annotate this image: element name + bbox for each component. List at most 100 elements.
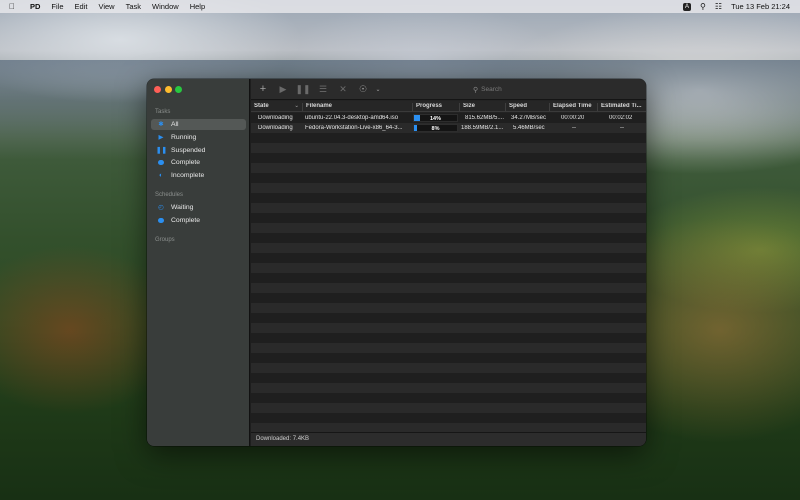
table-row[interactable]: Downloading ubuntu-22.04.3-desktop-amd64… <box>251 113 646 123</box>
app-menu[interactable]: PD <box>30 2 40 11</box>
sidebar: Tasks ✱ All ▶ Running ❚❚ Suspended Compl… <box>147 79 250 446</box>
menu-file[interactable]: File <box>51 2 63 11</box>
pause-button[interactable]: ❚❚ <box>293 84 313 95</box>
column-header-filename[interactable]: Filename <box>303 103 413 111</box>
status-bar: Downloaded: 7.4KB <box>251 432 646 446</box>
menubar-status-area: A ⚲ ☷ Tue 13 Feb 21:24 <box>683 0 790 13</box>
row-stripe <box>251 213 646 223</box>
sidebar-item-label: Incomplete <box>171 172 205 179</box>
search-icon: ⚲ <box>473 86 479 94</box>
asterisk-icon: ✱ <box>158 121 164 128</box>
speed-cell: 34.27MB/sec <box>511 114 547 121</box>
spotlight-search-icon[interactable]: ⚲ <box>700 2 706 11</box>
toolbar: + ▶ ❚❚ ☰ ✕ ☉ ⌄ ⚲ Search <box>251 79 646 100</box>
row-stripe <box>251 383 646 393</box>
row-stripe <box>251 253 646 263</box>
estimated-cell: -- <box>620 124 624 131</box>
chevron-down-icon[interactable]: ⌄ <box>373 86 383 93</box>
control-center-icon[interactable]: ☷ <box>715 2 722 11</box>
sidebar-item-label: Suspended <box>171 147 206 154</box>
elapsed-cell: 00:00:20 <box>561 114 585 121</box>
half-circle-icon: ◐ <box>159 172 163 179</box>
resume-button[interactable]: ▶ <box>273 84 293 95</box>
window-controls <box>154 86 182 93</box>
sidebar-heading-groups: Groups <box>155 237 175 243</box>
menu-task[interactable]: Task <box>126 2 141 11</box>
sidebar-item-suspended[interactable]: ❚❚ Suspended <box>151 145 246 156</box>
row-stripe <box>251 403 646 413</box>
row-stripe <box>251 183 646 193</box>
pause-icon: ❚❚ <box>156 147 167 154</box>
menu-help[interactable]: Help <box>190 2 205 11</box>
state-cell: Downloading <box>258 124 293 131</box>
table-row[interactable]: Downloading Fedora-Workstation-Live-x86_… <box>251 123 646 133</box>
row-stripe <box>251 203 646 213</box>
row-stripe <box>251 323 646 333</box>
row-stripe <box>251 153 646 163</box>
row-stripe <box>251 143 646 153</box>
filled-circle-icon <box>156 157 166 168</box>
minimize-window-button[interactable] <box>164 86 172 93</box>
delete-button[interactable]: ✕ <box>333 84 353 95</box>
sidebar-item-waiting[interactable]: ◴ Waiting <box>151 202 246 213</box>
column-header-speed[interactable]: Speed <box>506 103 550 111</box>
menu-bar:  PD File Edit View Task Window Help A ⚲… <box>0 0 800 13</box>
list-icon[interactable]: ☰ <box>313 84 333 95</box>
close-window-button[interactable] <box>154 86 161 93</box>
filename-cell: ubuntu-22.04.3-desktop-amd64.iso <box>305 114 399 121</box>
row-stripe <box>251 363 646 373</box>
sidebar-item-label: Complete <box>171 159 201 166</box>
row-stripe <box>251 373 646 383</box>
row-stripe <box>251 313 646 323</box>
row-stripe <box>251 283 646 293</box>
clock-icon: ◴ <box>158 204 164 211</box>
row-stripe <box>251 333 646 343</box>
sidebar-item-schedule-complete[interactable]: Complete <box>151 215 246 226</box>
sidebar-item-running[interactable]: ▶ Running <box>151 132 246 143</box>
column-header-state[interactable]: State ⌄ <box>251 103 303 111</box>
row-stripe <box>251 243 646 253</box>
play-icon: ▶ <box>158 134 164 141</box>
speed-limit-icon[interactable]: ☉ <box>353 84 373 95</box>
sidebar-item-label: Waiting <box>171 204 194 211</box>
sidebar-item-label: All <box>171 121 179 128</box>
row-stripe <box>251 163 646 173</box>
estimated-cell: 00:02:02 <box>609 114 633 121</box>
sidebar-item-complete[interactable]: Complete <box>151 157 246 168</box>
menu-view[interactable]: View <box>98 2 114 11</box>
download-list: Downloading ubuntu-22.04.3-desktop-amd64… <box>251 113 646 433</box>
row-stripe <box>251 223 646 233</box>
search-field[interactable]: ⚲ Search <box>473 84 533 95</box>
menu-window[interactable]: Window <box>152 2 179 11</box>
filename-cell: Fedora-Workstation-Live-x86_64-3... <box>305 124 403 131</box>
row-stripe <box>251 233 646 243</box>
column-header-progress[interactable]: Progress <box>413 103 460 111</box>
progress-label: 8% <box>431 125 440 132</box>
elapsed-cell: -- <box>572 124 576 131</box>
apple-menu-icon[interactable]:  <box>9 2 23 11</box>
size-cell: 188.59MB/2.1... <box>461 124 504 131</box>
sidebar-item-all[interactable]: ✱ All <box>151 119 246 130</box>
zoom-window-button[interactable] <box>175 86 182 93</box>
state-cell: Downloading <box>258 114 293 121</box>
sidebar-item-label: Running <box>171 134 197 141</box>
column-header-size[interactable]: Size <box>460 103 506 111</box>
sidebar-item-incomplete[interactable]: ◐ Incomplete <box>151 170 246 181</box>
column-header-elapsed-time[interactable]: Elapsed Time <box>550 103 598 111</box>
input-source-badge[interactable]: A <box>683 2 692 11</box>
filled-circle-icon <box>156 215 166 226</box>
column-header-estimated-time[interactable]: Estimated Ti... <box>598 103 646 111</box>
row-stripe <box>251 343 646 353</box>
speed-cell: 5.46MB/sec <box>513 124 545 131</box>
menu-edit[interactable]: Edit <box>75 2 88 11</box>
row-stripe <box>251 133 646 143</box>
sort-chevron-icon: ⌄ <box>294 103 299 109</box>
table-header: State ⌄ Filename Progress Size Speed Elap… <box>251 101 646 112</box>
menubar-clock[interactable]: Tue 13 Feb 21:24 <box>731 2 790 11</box>
row-stripe <box>251 273 646 283</box>
sidebar-heading-schedules: Schedules <box>155 192 184 198</box>
sidebar-item-label: Complete <box>171 217 201 224</box>
size-cell: 815.62MB/5.... <box>465 114 505 121</box>
search-placeholder: Search <box>481 86 502 93</box>
add-task-button[interactable]: + <box>253 83 273 95</box>
